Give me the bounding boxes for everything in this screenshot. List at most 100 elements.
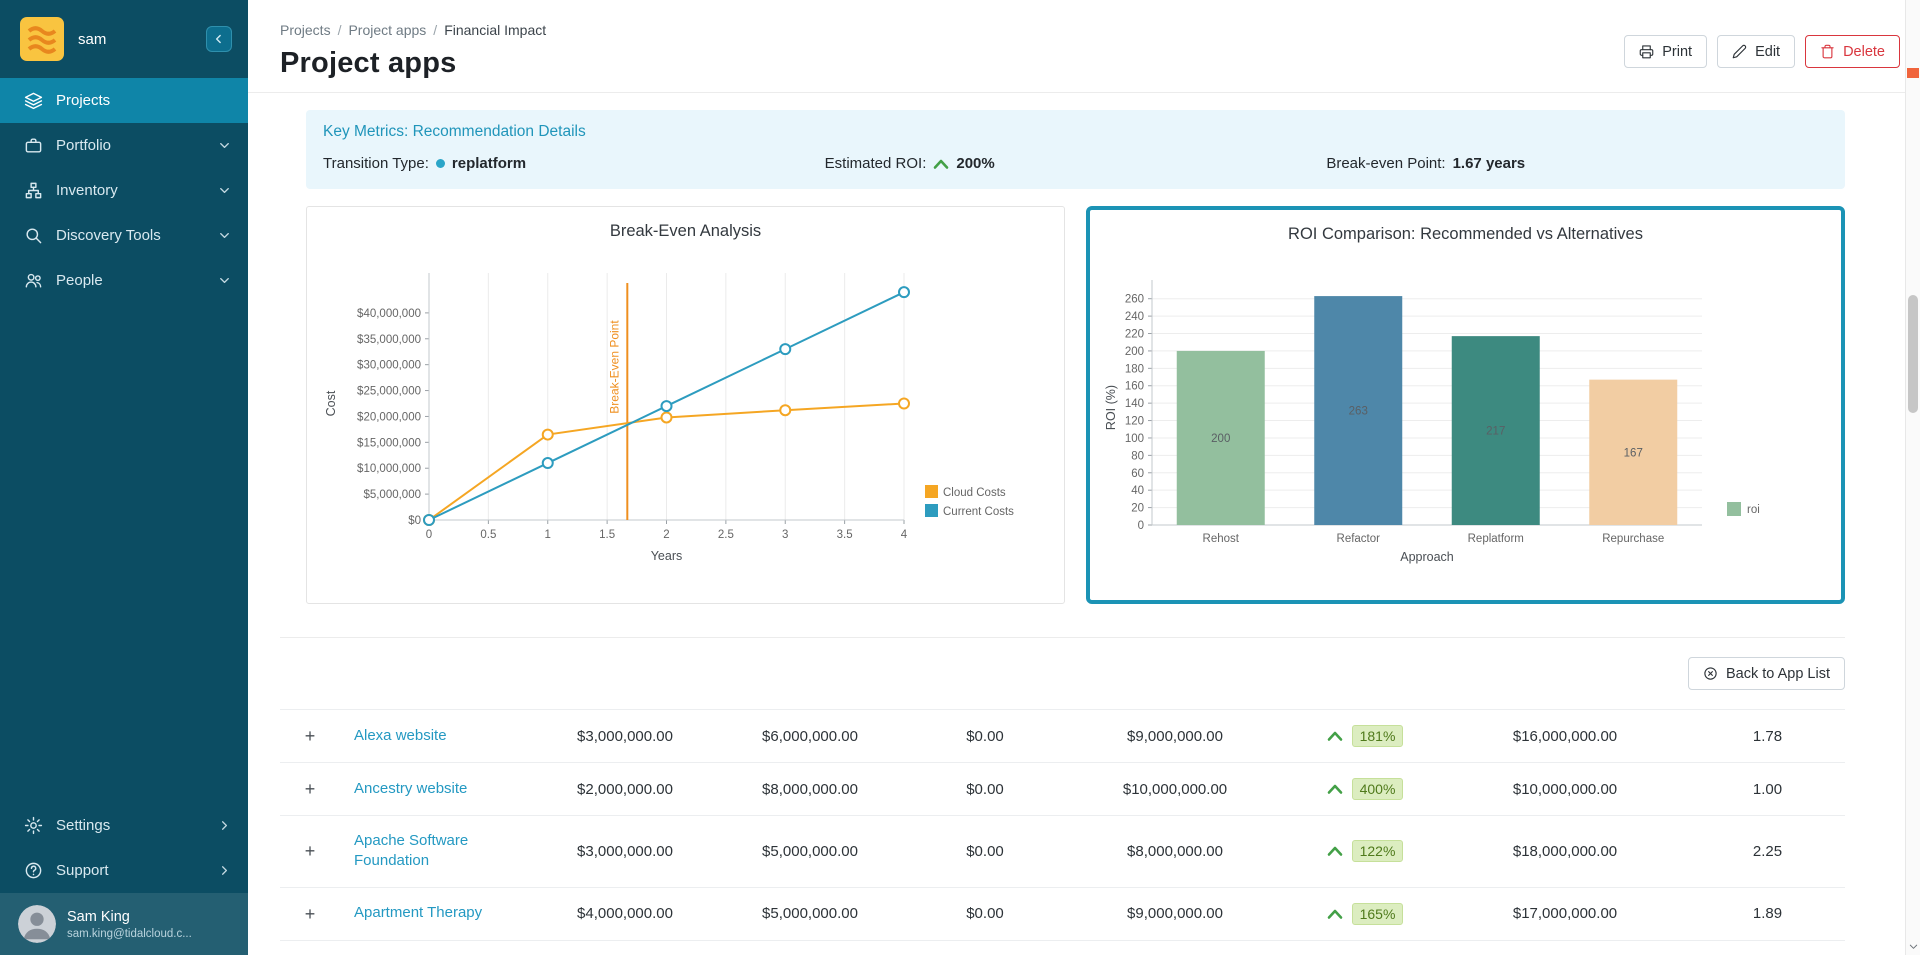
svg-text:220: 220	[1125, 329, 1144, 341]
cell-money: $18,000,000.00	[1440, 843, 1690, 860]
svg-text:Approach: Approach	[1400, 550, 1454, 564]
profile-email: sam.king@tidalcloud.c...	[67, 928, 192, 940]
scrollbar-down-arrow-icon[interactable]	[1906, 941, 1920, 952]
break-even-chart-card[interactable]: Break-Even Analysis 00.511.522.533.54$0$…	[306, 206, 1065, 604]
svg-text:$40,000,000: $40,000,000	[357, 308, 421, 320]
key-metrics-title[interactable]: Key Metrics: Recommendation Details	[323, 123, 1828, 141]
svg-text:$30,000,000: $30,000,000	[357, 360, 421, 372]
delete-button[interactable]: Delete	[1805, 35, 1900, 68]
print-label: Print	[1662, 44, 1692, 60]
svg-text:Refactor: Refactor	[1337, 533, 1381, 545]
cell-money: $3,000,000.00	[540, 843, 710, 860]
sidebar-footer: Settings Support Sam King sam.king@tidal…	[0, 803, 248, 955]
scrollbar-thumb[interactable]	[1908, 295, 1918, 413]
trash-icon	[1820, 44, 1835, 59]
svg-text:60: 60	[1131, 468, 1144, 480]
sidebar-item-label: Portfolio	[56, 137, 217, 154]
layers-icon	[24, 91, 43, 110]
cell-money: $9,000,000.00	[1060, 905, 1290, 922]
svg-text:$20,000,000: $20,000,000	[357, 411, 421, 423]
svg-text:120: 120	[1125, 416, 1144, 428]
roi-chart-svg: 020406080100120140160180200220240260200R…	[1097, 250, 1834, 580]
chevron-down-icon	[217, 228, 232, 243]
financial-impact-detail: Key Metrics: Recommendation Details Tran…	[306, 110, 1845, 604]
apps-table-section: Back to App List + Alexa website $3,000,…	[280, 637, 1845, 941]
svg-text:4: 4	[901, 529, 908, 541]
break-even-chart-title: Break-Even Analysis	[307, 207, 1064, 247]
metric-estimated-roi: Estimated ROI: 200%	[825, 155, 1327, 172]
app-window: sam Projects Portfolio	[0, 0, 1920, 955]
app-name-link[interactable]: Ancestry website	[340, 779, 540, 799]
edit-button[interactable]: Edit	[1717, 35, 1795, 68]
breadcrumb-projects[interactable]: Projects	[280, 22, 331, 38]
back-to-app-list-button[interactable]: Back to App List	[1688, 657, 1845, 690]
search-icon	[24, 226, 43, 245]
cell-money: $8,000,000.00	[710, 781, 910, 798]
svg-text:180: 180	[1125, 363, 1144, 375]
sidebar-item-label: Support	[56, 862, 217, 879]
cell-money: $10,000,000.00	[1440, 781, 1690, 798]
svg-text:Cloud Costs: Cloud Costs	[943, 487, 1006, 499]
edit-label: Edit	[1755, 44, 1780, 60]
roi-comparison-chart-card[interactable]: ROI Comparison: Recommended vs Alternati…	[1086, 206, 1845, 604]
briefcase-icon	[24, 136, 43, 155]
delete-label: Delete	[1843, 44, 1885, 60]
cell-years: 1.00	[1690, 781, 1845, 798]
page-title: Project apps	[280, 47, 546, 80]
chevron-down-icon	[217, 183, 232, 198]
chevron-down-icon	[217, 273, 232, 288]
svg-text:100: 100	[1125, 433, 1144, 445]
expand-row-button[interactable]: +	[305, 842, 316, 860]
roi-cell: 181%	[1290, 725, 1440, 747]
svg-text:$0: $0	[408, 515, 421, 527]
cell-years: 1.78	[1690, 728, 1845, 745]
metric-transition-type: Transition Type: replatform	[323, 155, 825, 172]
scrollbar-track[interactable]	[1905, 0, 1920, 955]
sidebar-item-support[interactable]: Support	[0, 848, 248, 893]
roi-up-icon	[1327, 908, 1343, 920]
user-profile[interactable]: Sam King sam.king@tidalcloud.c...	[0, 893, 248, 955]
sidebar-item-discovery-tools[interactable]: Discovery Tools	[0, 213, 248, 258]
svg-text:Current Costs: Current Costs	[943, 506, 1014, 518]
app-name-link[interactable]: Apache Software Foundation	[340, 831, 540, 872]
sidebar-item-inventory[interactable]: Inventory	[0, 168, 248, 213]
sidebar-nav: Projects Portfolio Inventory	[0, 78, 248, 303]
expand-row-button[interactable]: +	[305, 905, 316, 923]
expand-row-button[interactable]: +	[305, 727, 316, 745]
app-name-link[interactable]: Apartment Therapy	[340, 903, 540, 923]
transition-type-value: replatform	[452, 155, 526, 172]
breadcrumb-project-apps[interactable]: Project apps	[348, 22, 426, 38]
cell-money: $0.00	[910, 728, 1060, 745]
avatar	[18, 905, 56, 943]
cell-money: $4,000,000.00	[540, 905, 710, 922]
app-name-link[interactable]: Alexa website	[340, 726, 540, 746]
svg-text:ROI (%): ROI (%)	[1104, 385, 1118, 430]
svg-text:1.5: 1.5	[599, 529, 615, 541]
metric-breakeven-point: Break-even Point: 1.67 years	[1326, 155, 1828, 172]
scrollbar-marker	[1907, 68, 1919, 78]
break-even-chart-svg: 00.511.522.533.54$0$5,000,000$10,000,000…	[313, 247, 1058, 577]
cell-money: $16,000,000.00	[1440, 728, 1690, 745]
svg-text:40: 40	[1131, 485, 1144, 497]
table-row: + Ancestry website $2,000,000.00 $8,000,…	[280, 762, 1845, 815]
sidebar-collapse-button[interactable]	[206, 26, 232, 52]
cell-money: $0.00	[910, 843, 1060, 860]
svg-text:2: 2	[663, 529, 669, 541]
roi-cell: 165%	[1290, 903, 1440, 925]
estimated-roi-label: Estimated ROI:	[825, 155, 927, 172]
sidebar-item-portfolio[interactable]: Portfolio	[0, 123, 248, 168]
back-row: Back to App List	[280, 657, 1845, 690]
svg-text:80: 80	[1131, 450, 1144, 462]
sidebar-item-settings[interactable]: Settings	[0, 803, 248, 848]
expand-row-button[interactable]: +	[305, 780, 316, 798]
roi-up-icon	[1327, 783, 1343, 795]
svg-text:0.5: 0.5	[480, 529, 496, 541]
svg-text:1: 1	[545, 529, 551, 541]
svg-text:Replatform: Replatform	[1468, 533, 1524, 545]
roi-badge: 122%	[1352, 840, 1404, 862]
print-button[interactable]: Print	[1624, 35, 1707, 68]
sidebar-item-label: Inventory	[56, 182, 217, 199]
sidebar-item-people[interactable]: People	[0, 258, 248, 303]
sidebar-item-projects[interactable]: Projects	[0, 78, 248, 123]
profile-info: Sam King sam.king@tidalcloud.c...	[67, 909, 192, 940]
